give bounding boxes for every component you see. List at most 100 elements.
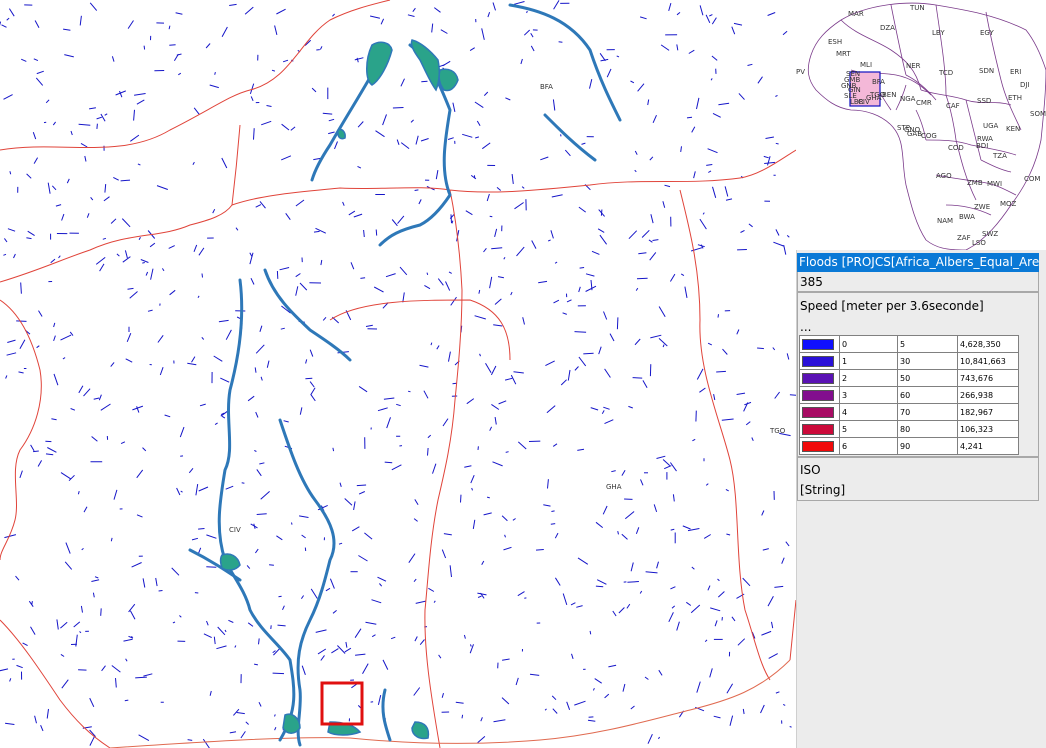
water-pixel-segment [155, 577, 158, 587]
water-pixel-segment [503, 257, 506, 260]
water-pixel-segment [577, 448, 585, 451]
water-pixel-segment [110, 362, 115, 367]
water-pixel-segment [551, 194, 563, 198]
water-pixel-segment [173, 53, 179, 61]
water-pixel-segment [30, 444, 35, 452]
water-pixel-segment [421, 80, 428, 83]
legend-swatch [799, 403, 840, 421]
water-pixel-segment [408, 553, 416, 563]
water-pixel-segment [127, 287, 134, 290]
water-pixel-segment [377, 694, 382, 706]
water-pixel-segment [483, 512, 492, 516]
water-pixel-segment [373, 286, 384, 293]
water-pixel-segment [748, 223, 753, 228]
water-pixel-segment [560, 379, 567, 386]
water-pixel-segment [410, 119, 414, 123]
water-pixel-segment [397, 215, 405, 224]
water-pixel-segment [550, 523, 556, 525]
water-pixel-segment [331, 648, 339, 654]
water-pixel-segment [89, 735, 96, 746]
main-map-canvas[interactable]: BFA CIV GHA TGO [0, 0, 796, 748]
water-pixel-segment [543, 504, 551, 507]
water-pixel-segment [371, 599, 382, 604]
water-pixel-segment [311, 87, 317, 93]
water-pixel-segment [300, 595, 305, 599]
water-pixel-segment [350, 262, 355, 270]
water-pixel-segment [547, 479, 549, 489]
water-pixel-segment [110, 218, 117, 224]
water-pixel-segment [702, 212, 705, 215]
water-pixel-segment [143, 673, 153, 677]
water-pixel-segment [90, 196, 94, 201]
overview-label-nam: NAM [937, 217, 953, 225]
water-pixel-segment [522, 317, 525, 325]
water-pixel-segment [274, 727, 277, 731]
border-liberia [0, 619, 111, 748]
water-pixel-segment [214, 422, 218, 426]
water-pixel-segment [438, 654, 442, 659]
main-map-view[interactable]: BFA CIV GHA TGO [0, 0, 796, 748]
water-pixel-segment [761, 510, 765, 516]
water-pixel-segment [566, 701, 571, 710]
water-pixel-segment [435, 170, 439, 180]
overview-map-canvas[interactable]: TUNMARDZALBY EGYESHMRTMLI NERTCD SDN ERIPV SE… [796, 0, 1046, 250]
water-pixel-segment [547, 239, 551, 242]
water-pixel-segment [630, 80, 635, 84]
water-pixel-segment [400, 142, 410, 149]
water-pixel-segment [322, 316, 327, 321]
legend-count: 106,323 [957, 420, 1019, 438]
water-pixel-segment [358, 555, 368, 562]
water-pixel-segment [751, 437, 754, 442]
overview-map[interactable]: TUN MAR DZA LBY EGY ESH MRT MLI NER TCD SDN ERI PV SE… [796, 0, 1046, 250]
water-pixel-segment [486, 496, 490, 499]
water-pixel-segment [21, 58, 27, 62]
water-pixel-segment [124, 250, 128, 259]
water-pixel-segment [60, 653, 65, 657]
water-pixel-segment [351, 526, 360, 532]
water-pixel-segment [711, 55, 718, 61]
water-pixel-segment [772, 347, 776, 351]
water-pixel-segment [256, 513, 267, 515]
water-pixel-segment [419, 639, 425, 646]
water-pixel-segment [116, 253, 120, 257]
water-pixel-segment [515, 677, 519, 686]
water-pixel-segment [310, 387, 316, 396]
water-pixel-segment [104, 184, 107, 193]
water-pixel-segment [764, 161, 776, 164]
water-pixel-segment [562, 593, 568, 606]
water-pixel-segment [634, 150, 638, 155]
water-pixel-segment [511, 174, 514, 184]
water-pixel-segment [382, 114, 387, 126]
water-pixel-segment [464, 465, 472, 468]
water-pixel-segment [442, 60, 451, 67]
water-pixel-segment [699, 387, 706, 393]
water-pixel-segment [209, 690, 212, 696]
overview-label-zmb: ZMB [967, 179, 983, 187]
water-pixel-segment [191, 356, 196, 363]
overview-label-zwe: ZWE [974, 203, 990, 211]
water-pixel-segment [229, 731, 237, 734]
selection-box[interactable] [320, 681, 364, 726]
water-pixel-segment [301, 534, 306, 539]
water-pixel-segment [626, 603, 631, 609]
river-bfa-east [543, 113, 597, 162]
water-pixel-segment [258, 701, 262, 707]
water-pixel-segment [179, 426, 185, 438]
water-pixel-segment [544, 708, 547, 711]
water-pixel-segment [574, 700, 586, 706]
water-pixel-segment [188, 467, 194, 474]
water-pixel-segment [305, 359, 308, 364]
water-pixel-segment [601, 410, 605, 414]
legend-speed: 70 [897, 403, 958, 421]
layer-title[interactable]: Floods [PROJCS[Africa_Albers_Equal_Area_… [797, 253, 1039, 272]
water-pixel-segment [80, 142, 88, 148]
water-pixel-segment [574, 366, 579, 371]
water-pixel-segment [714, 620, 718, 627]
water-pixel-segment [603, 406, 610, 410]
water-pixel-segment [253, 523, 256, 529]
overview-label-com: COM [1024, 175, 1040, 183]
water-pixel-segment [179, 615, 182, 618]
iso-label: ISO [800, 463, 821, 477]
water-pixel-segment [487, 12, 491, 18]
legend-row: 2 50 743,676 [799, 369, 1019, 387]
